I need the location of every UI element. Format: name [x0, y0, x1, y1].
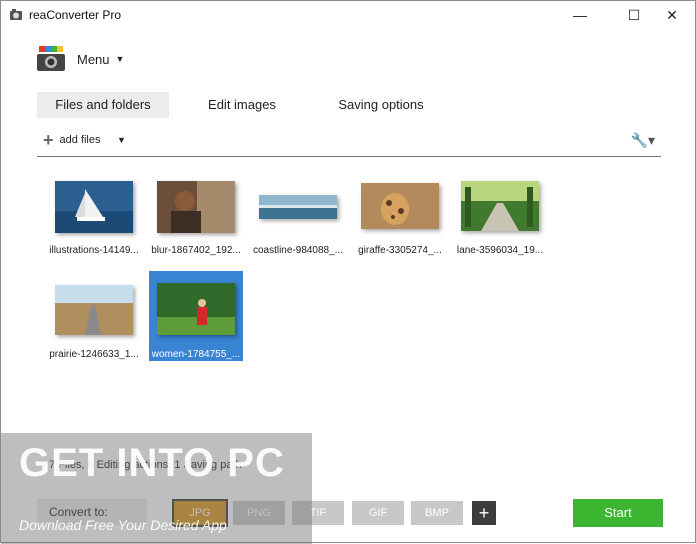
tab-files-and-folders[interactable]: Files and folders [37, 92, 169, 118]
add-files-dropdown-icon[interactable]: ▼ [117, 135, 126, 145]
main-menu-button[interactable]: Menu ▼ [35, 43, 124, 75]
file-caption: giraffe-3305274_... [358, 245, 442, 256]
title-bar: reaConverter Pro — ☐ ✕ [1, 1, 695, 29]
tab-edit-images[interactable]: Edit images [191, 92, 293, 118]
watermark-subtitle: Download Free Your Desired App [19, 517, 227, 533]
minimize-icon: — [573, 7, 587, 23]
menu-label: Menu [77, 51, 110, 67]
format-bmp-button[interactable]: BMP [411, 501, 463, 525]
file-caption: prairie-1246633_1... [49, 349, 139, 360]
file-thumbnail-selected[interactable]: women-1784755_... [149, 271, 243, 361]
file-image-coastline [259, 195, 337, 219]
add-files-button[interactable]: + add files [43, 130, 101, 150]
file-image-prairie [55, 285, 133, 335]
add-files-label: add files [59, 134, 101, 146]
file-thumbnail[interactable]: lane-3596034_19... [453, 179, 547, 263]
chevron-down-icon: ▼ [115, 54, 125, 64]
file-thumbnail[interactable]: illustrations-14149... [47, 179, 141, 263]
window-title: reaConverter Pro [29, 8, 122, 22]
file-thumbnail[interactable]: blur-1867402_192... [149, 179, 243, 263]
plus-icon: + [43, 130, 54, 150]
wrench-settings-icon[interactable]: 🔧▾ [631, 132, 655, 149]
minimize-button[interactable]: — [557, 1, 603, 29]
file-caption: coastline-984088_... [252, 245, 344, 256]
add-format-button[interactable]: + [472, 501, 496, 525]
file-caption: lane-3596034_19... [456, 245, 544, 256]
start-button[interactable]: Start [573, 499, 663, 527]
watermark-title: GET INTO PC [19, 441, 285, 485]
file-caption: blur-1867402_192... [151, 245, 241, 256]
app-icon [10, 9, 22, 20]
app-window: reaConverter Pro — ☐ ✕ Menu ▼ Files and … [0, 0, 696, 544]
file-image-sailboat [55, 181, 133, 233]
file-image-women [157, 283, 235, 335]
format-gif-button[interactable]: GIF [352, 501, 404, 525]
plus-icon: + [478, 503, 490, 523]
file-thumbnail[interactable]: coastline-984088_... [251, 179, 345, 263]
file-image-giraffe [361, 183, 439, 229]
file-image-blur [157, 181, 235, 233]
close-button[interactable]: ✕ [649, 1, 695, 29]
camera-logo-icon [37, 46, 65, 71]
file-caption: women-1784755_... [151, 349, 241, 360]
file-image-lane [461, 181, 539, 231]
file-thumbnail[interactable]: prairie-1246633_1... [47, 281, 141, 365]
close-icon: ✕ [666, 6, 678, 23]
file-caption: illustrations-14149... [49, 245, 139, 256]
file-thumbnail[interactable]: giraffe-3305274_... [353, 179, 447, 263]
tab-saving-options[interactable]: Saving options [321, 92, 441, 118]
maximize-icon: ☐ [627, 6, 641, 23]
files-toolbar: + add files ▼ 🔧▾ [37, 129, 661, 157]
